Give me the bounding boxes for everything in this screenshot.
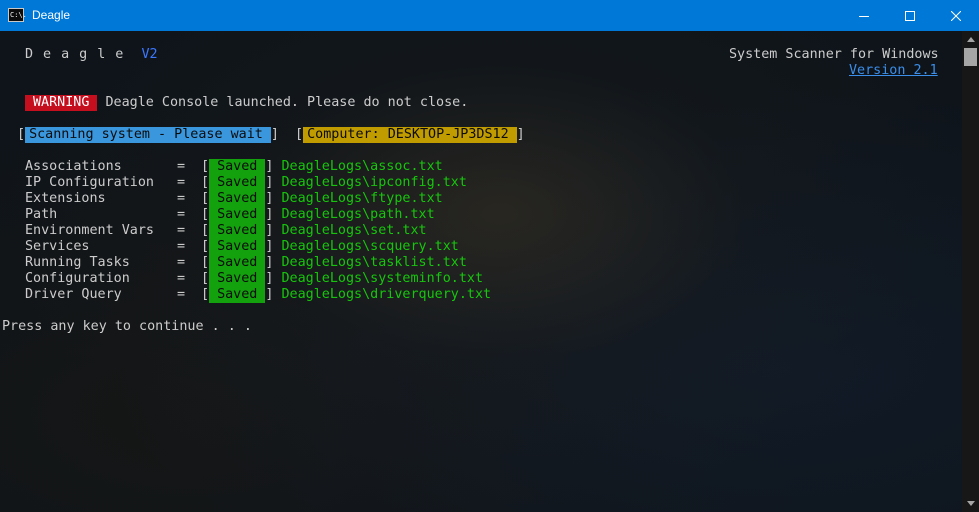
result-equals: =: [177, 159, 186, 174]
result-equals: =: [177, 255, 186, 270]
minimize-button[interactable]: [841, 0, 887, 31]
scroll-down-button[interactable]: [962, 495, 979, 512]
result-label: Running Tasks: [25, 255, 130, 270]
vertical-scrollbar[interactable]: [962, 31, 979, 512]
result-status: [Saved] DeagleLogs\ftype.txt: [201, 191, 443, 207]
log-file-path: DeagleLogs\tasklist.txt: [281, 255, 467, 270]
brand-version: V2: [141, 47, 158, 62]
minimize-icon: [859, 15, 869, 17]
saved-badge: Saved: [209, 271, 266, 287]
status-line: [Scanning system - Please wait] [Compute…: [17, 127, 525, 143]
result-equals: =: [177, 207, 186, 222]
saved-badge: Saved: [209, 207, 266, 223]
result-status: [Saved] DeagleLogs\scquery.txt: [201, 239, 459, 255]
result-equals: =: [177, 191, 186, 206]
saved-badge: Saved: [209, 159, 266, 175]
log-file-path: DeagleLogs\systeminfo.txt: [281, 271, 484, 286]
console-icon-text: C:\.: [10, 11, 27, 19]
result-status: [Saved] DeagleLogs\assoc.txt: [201, 159, 443, 175]
warning-message: Deagle Console launched. Please do not c…: [105, 95, 469, 110]
result-equals: =: [177, 287, 186, 302]
console-output[interactable]: Deagle V2 System Scanner for Windows Ver…: [0, 31, 962, 512]
scroll-up-button[interactable]: [962, 31, 979, 48]
result-label: Driver Query: [25, 287, 122, 302]
saved-badge: Saved: [209, 239, 266, 255]
log-file-path: DeagleLogs\path.txt: [281, 207, 435, 222]
saved-badge: Saved: [209, 255, 266, 271]
continue-prompt: Press any key to continue . . .: [2, 319, 252, 334]
result-label: IP Configuration: [25, 175, 154, 190]
log-file-path: DeagleLogs\scquery.txt: [281, 239, 459, 254]
log-file-path: DeagleLogs\ipconfig.txt: [281, 175, 467, 190]
close-button[interactable]: [933, 0, 979, 31]
computer-name: Computer: DESKTOP-JP3DS12: [303, 127, 517, 143]
result-status: [Saved] DeagleLogs\ipconfig.txt: [201, 175, 467, 191]
warning-line: WARNING Deagle Console launched. Please …: [25, 95, 468, 111]
chevron-down-icon: [966, 501, 975, 506]
log-file-path: DeagleLogs\assoc.txt: [281, 159, 443, 174]
log-file-path: DeagleLogs\set.txt: [281, 223, 427, 238]
log-file-path: DeagleLogs\ftype.txt: [281, 191, 443, 206]
saved-badge: Saved: [209, 175, 266, 191]
close-icon: [951, 10, 961, 21]
title-bar[interactable]: C:\. Deagle: [0, 0, 979, 31]
result-label: Path: [25, 207, 58, 222]
result-equals: =: [177, 223, 186, 238]
console-window: C:\. Deagle Deagle V2 System Scanner for…: [0, 0, 979, 512]
saved-badge: Saved: [209, 287, 266, 303]
scanning-status: Scanning system - Please wait: [25, 127, 271, 143]
log-file-path: DeagleLogs\driverquery.txt: [281, 287, 492, 302]
maximize-icon: [905, 10, 915, 21]
header-brand: Deagle V2: [25, 47, 158, 63]
result-label: Services: [25, 239, 90, 254]
result-status: [Saved] DeagleLogs\driverquery.txt: [201, 287, 492, 303]
result-status: [Saved] DeagleLogs\set.txt: [201, 223, 427, 239]
brand-name: Deagle: [25, 47, 134, 62]
saved-badge: Saved: [209, 223, 266, 239]
result-label: Environment Vars: [25, 223, 154, 238]
scroll-thumb[interactable]: [964, 48, 977, 66]
result-label: Configuration: [25, 271, 130, 286]
result-label: Associations: [25, 159, 122, 174]
window-title: Deagle: [32, 8, 71, 22]
result-equals: =: [177, 175, 186, 190]
result-label: Extensions: [25, 191, 106, 206]
console-icon[interactable]: C:\.: [8, 8, 27, 22]
result-status: [Saved] DeagleLogs\systeminfo.txt: [201, 271, 484, 287]
version-link[interactable]: Version 2.1: [849, 63, 938, 79]
maximize-button[interactable]: [887, 0, 933, 31]
header-subtitle: System Scanner for Windows: [729, 47, 939, 62]
chevron-up-icon: [966, 37, 975, 42]
result-status: [Saved] DeagleLogs\tasklist.txt: [201, 255, 467, 271]
result-equals: =: [177, 271, 186, 286]
result-equals: =: [177, 239, 186, 254]
warning-badge: WARNING: [25, 95, 98, 111]
result-status: [Saved] DeagleLogs\path.txt: [201, 207, 435, 223]
version-link-text[interactable]: Version 2.1: [849, 63, 938, 78]
saved-badge: Saved: [209, 191, 266, 207]
